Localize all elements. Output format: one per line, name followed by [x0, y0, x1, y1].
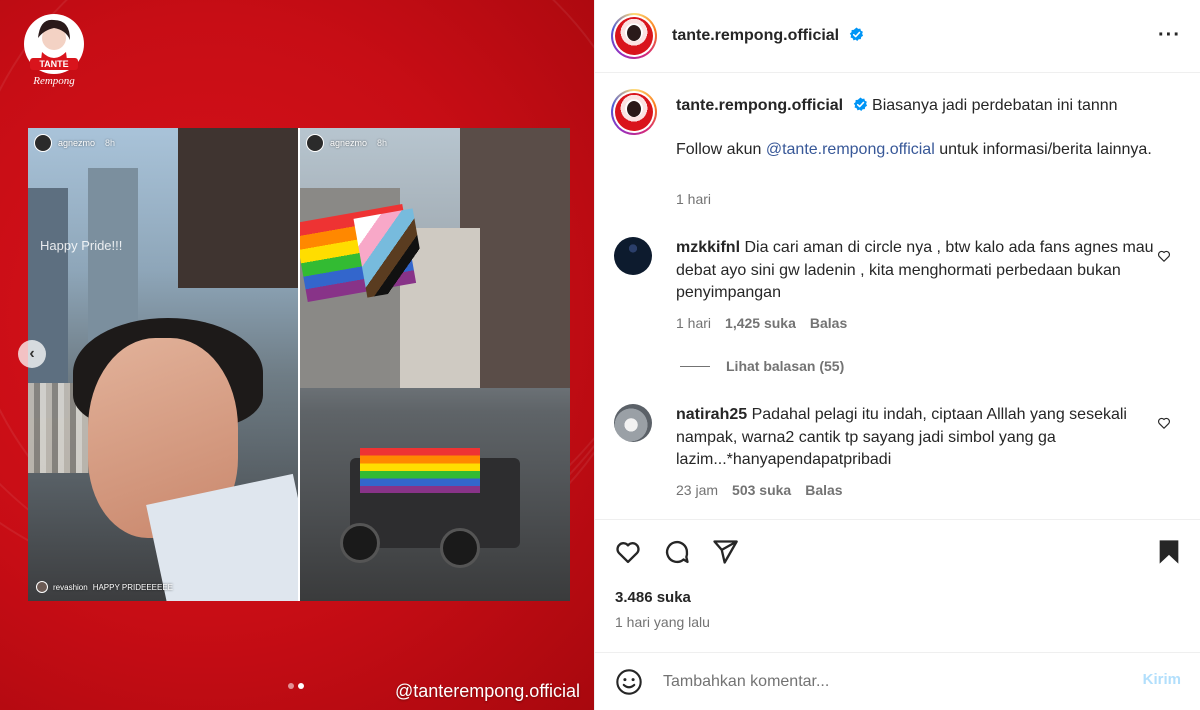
vehicle-wheel — [340, 523, 380, 563]
commenter-avatar[interactable] — [614, 404, 652, 442]
carousel-dot-active — [298, 683, 304, 689]
footer-text: HAPPY PRIDEEEEEE — [92, 582, 174, 592]
avatar-image — [615, 17, 653, 55]
post-header: tante.rempong.official ··· — [595, 0, 1200, 73]
caption-body: Biasanya jadi perdebatan ini tannn — [872, 97, 1118, 114]
author-username[interactable]: tante.rempong.official — [672, 27, 864, 45]
like-comment-heart-icon[interactable] — [1157, 416, 1171, 430]
post-media: TANTE Rempong agnezmo 8h Happy Pride!!! … — [0, 0, 594, 710]
more-options-icon[interactable]: ··· — [1158, 25, 1181, 45]
comment-username[interactable]: mzkkifnl — [676, 239, 740, 256]
building — [178, 128, 298, 288]
caption-username[interactable]: tante.rempong.official — [676, 97, 843, 114]
comment-meta: 23 jam 503 suka Balas — [676, 482, 843, 498]
comment-likes[interactable]: 503 suka — [732, 482, 791, 498]
post-comment-button[interactable]: Kirim — [1143, 671, 1181, 688]
caption: tante.rempong.official Biasanya jadi per… — [611, 89, 1171, 219]
comment-meta: 1 hari 1,425 suka Balas — [676, 315, 847, 331]
story-username: agnezmo — [330, 138, 368, 148]
story-header: agnezmo 8h — [306, 134, 387, 152]
comment-time[interactable]: 23 jam — [676, 482, 718, 498]
post-actions: 3.486 suka 1 hari yang lalu — [595, 519, 1200, 652]
likes-count[interactable]: 3.486 suka — [615, 589, 691, 606]
author-username-text[interactable]: tante.rempong.official — [672, 27, 839, 44]
comment-likes[interactable]: 1,425 suka — [725, 315, 796, 331]
carousel-dots — [288, 683, 304, 689]
story-right: agnezmo 8h — [300, 128, 570, 601]
story-footer: revashion HAPPY PRIDEEEEEE — [36, 581, 173, 593]
comment-text: natirah25 Padahal pelagi itu indah, cipt… — [676, 404, 1156, 472]
comment-username[interactable]: natirah25 — [676, 406, 747, 423]
view-replies-button[interactable]: Lihat balasan (55) — [680, 358, 844, 374]
carousel-dot — [288, 683, 294, 689]
svg-text:Rempong: Rempong — [32, 75, 75, 87]
view-replies-label[interactable]: Lihat balasan (55) — [726, 358, 844, 374]
comment-item: mzkkifnl Dia cari aman di circle nya , b… — [611, 237, 1171, 377]
caption-text: tante.rempong.official Biasanya jadi per… — [676, 95, 1156, 118]
commenter-avatar[interactable] — [614, 237, 652, 275]
avatar-image — [615, 93, 653, 131]
caption-time[interactable]: 1 hari — [676, 191, 711, 207]
pride-flag — [360, 448, 480, 493]
story-collage: agnezmo 8h Happy Pride!!! revashion HAPP… — [28, 128, 570, 601]
post-timestamp[interactable]: 1 hari yang lalu — [615, 614, 710, 630]
vehicle-wheel — [440, 528, 480, 568]
comment-time[interactable]: 1 hari — [676, 315, 711, 331]
caption-meta: 1 hari — [676, 191, 711, 207]
story-left: agnezmo 8h Happy Pride!!! revashion HAPP… — [28, 128, 298, 601]
carousel-prev-button[interactable]: ‹ — [18, 340, 46, 368]
reply-button[interactable]: Balas — [805, 482, 842, 498]
caption-follow-suffix: untuk informasi/berita lainnya. — [934, 141, 1152, 158]
progress-pride-flag — [353, 208, 427, 298]
watermark: @tanterempong.official — [394, 681, 580, 701]
comment-icon[interactable] — [663, 538, 691, 566]
comments-section: tante.rempong.official Biasanya jadi per… — [595, 74, 1200, 519]
comment-composer: Kirim — [595, 652, 1200, 710]
share-icon[interactable] — [711, 538, 739, 566]
story-avatar — [306, 134, 324, 152]
comment-input[interactable] — [663, 672, 1123, 691]
caption-follow: Follow akun @tante.rempong.official untu… — [676, 139, 1156, 162]
verified-badge-icon — [849, 27, 863, 41]
comment-body: Dia cari aman di circle nya , btw kalo a… — [676, 239, 1154, 301]
caption-mention-link[interactable]: @tante.rempong.official — [766, 141, 935, 158]
author-avatar[interactable] — [611, 13, 657, 59]
comment-text: mzkkifnl Dia cari aman di circle nya , b… — [676, 237, 1156, 305]
story-overlay-text: Happy Pride!!! — [40, 238, 123, 253]
footer-avatar — [36, 581, 48, 593]
bookmark-icon[interactable] — [1155, 538, 1183, 566]
caption-follow-prefix: Follow akun — [676, 141, 766, 158]
verified-badge-icon — [853, 97, 867, 111]
story-time: 8h — [377, 138, 388, 148]
story-avatar — [34, 134, 52, 152]
like-comment-heart-icon[interactable] — [1157, 249, 1171, 263]
brand-logo: TANTE Rempong — [24, 14, 84, 87]
footer-username: revashion — [53, 582, 88, 592]
story-header: agnezmo 8h — [34, 134, 115, 152]
comment-item: natirah25 Padahal pelagi itu indah, cipt… — [611, 404, 1171, 514]
post-sidebar: tante.rempong.official ··· tante.rempong… — [594, 0, 1200, 710]
replies-divider — [680, 365, 710, 367]
story-username: agnezmo — [58, 138, 96, 148]
story-time: 8h — [105, 138, 116, 148]
emoji-icon[interactable] — [615, 668, 643, 696]
reply-button[interactable]: Balas — [810, 315, 847, 331]
svg-text:TANTE: TANTE — [39, 59, 68, 69]
caption-avatar[interactable] — [611, 89, 657, 135]
heart-icon[interactable] — [614, 538, 642, 566]
